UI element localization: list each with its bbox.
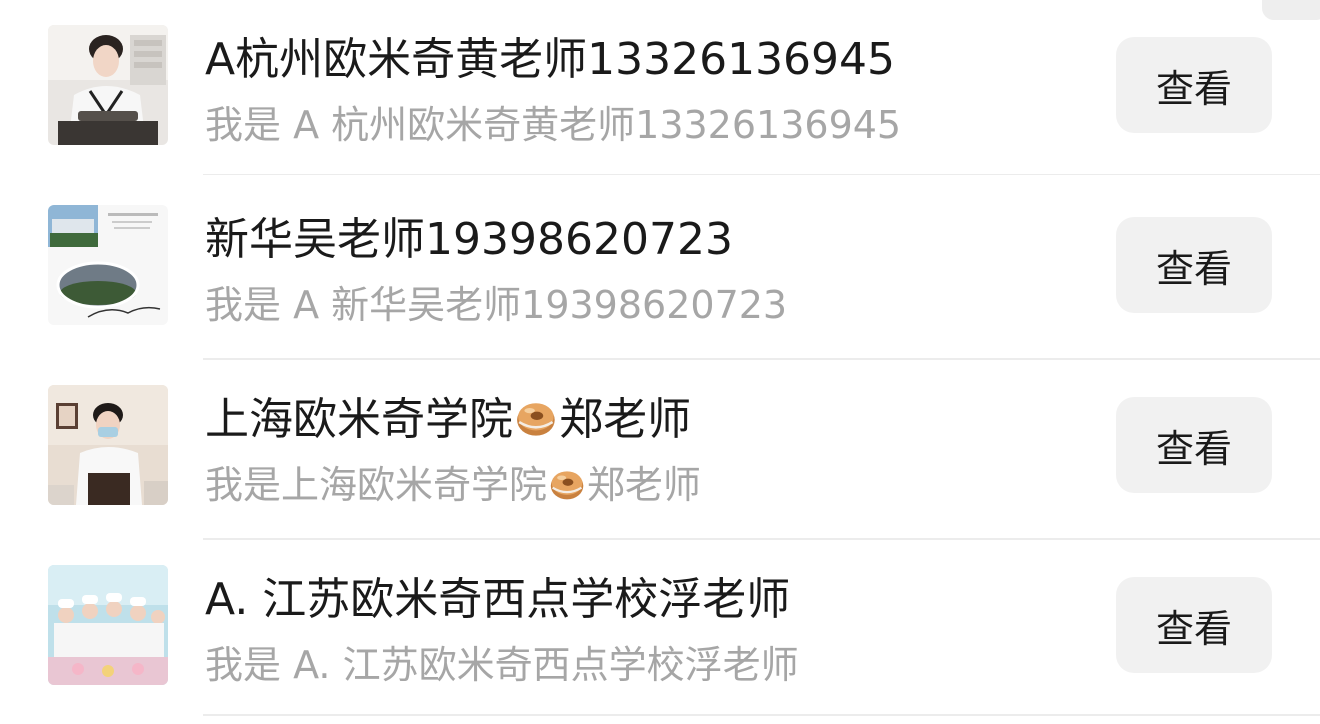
divider [203, 714, 1320, 716]
contact-title: 上海欧米奇学院 郑老师 [205, 392, 691, 448]
view-button[interactable]: 查看 [1116, 37, 1272, 133]
bagel-icon [549, 466, 585, 502]
group-chefs-photo-icon [48, 565, 168, 685]
avatar [48, 565, 168, 685]
view-button[interactable]: 查看 [1116, 577, 1272, 673]
avatar [48, 25, 168, 145]
contact-title: 新华吴老师19398620723 [205, 214, 733, 265]
avatar [48, 385, 168, 505]
contact-subtitle-part: 我是上海欧米奇学院 [205, 463, 548, 507]
contact-subtitle: 我是 A 杭州欧米奇黄老师13326136945 [205, 103, 902, 147]
list-item[interactable]: A杭州欧米奇黄老师13326136945 我是 A 杭州欧米奇黄老师133261… [0, 0, 1320, 180]
contact-subtitle: 我是 A. 江苏欧米奇西点学校浮老师 [205, 643, 799, 687]
contact-title-part: 郑老师 [559, 394, 692, 445]
contact-subtitle: 我是 A 新华吴老师19398620723 [205, 283, 788, 327]
contact-title: A. 江苏欧米奇西点学校浮老师 [205, 574, 791, 625]
bagel-icon [515, 397, 557, 439]
list-item[interactable]: 上海欧米奇学院 郑老师 我是上海欧米奇学院 郑老师 查看 [0, 360, 1320, 540]
list-item[interactable]: 新华吴老师19398620723 我是 A 新华吴老师19398620723 查… [0, 180, 1320, 360]
campus-sakura-photo-icon [48, 205, 168, 325]
contact-title: A杭州欧米奇黄老师13326136945 [205, 34, 896, 85]
chef-masked-photo-icon [48, 385, 168, 505]
avatar [48, 205, 168, 325]
list-item[interactable]: A. 江苏欧米奇西点学校浮老师 我是 A. 江苏欧米奇西点学校浮老师 查看 [0, 540, 1320, 720]
contact-subtitle-part: 郑老师 [586, 463, 701, 507]
chef-woman-photo-icon [48, 25, 168, 145]
view-button[interactable]: 查看 [1116, 217, 1272, 313]
contact-subtitle: 我是上海欧米奇学院 郑老师 [205, 460, 701, 510]
divider [203, 174, 1320, 175]
contact-title-part: 上海欧米奇学院 [205, 394, 513, 445]
contact-list: A杭州欧米奇黄老师13326136945 我是 A 杭州欧米奇黄老师133261… [0, 0, 1320, 724]
view-button[interactable]: 查看 [1116, 397, 1272, 493]
